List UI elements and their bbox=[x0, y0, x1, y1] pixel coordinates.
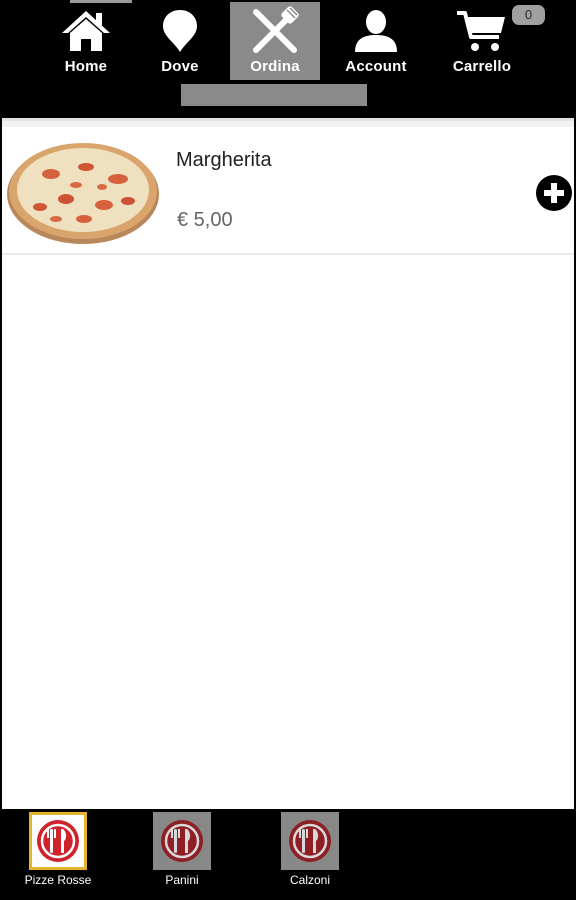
nav-ordina[interactable]: Ordina bbox=[230, 2, 320, 80]
cutlery-plate-icon bbox=[29, 812, 87, 870]
product-row[interactable]: Margherita € 5,00 bbox=[2, 127, 574, 255]
category-panini[interactable]: Panini bbox=[132, 812, 232, 898]
category-label: Pizze Rosse bbox=[24, 873, 92, 887]
category-label: Calzoni bbox=[289, 873, 331, 887]
top-navigation: Home Dove Ordina Account Carrello 0 bbox=[0, 0, 576, 118]
category-bar: Pizze Rosse Panini Calzoni bbox=[0, 809, 576, 900]
nav-label: Home bbox=[64, 58, 108, 75]
fork-knife-icon bbox=[230, 6, 320, 56]
cutlery-plate-icon bbox=[153, 812, 211, 870]
active-tab-indicator bbox=[181, 84, 367, 106]
pizza-image bbox=[6, 139, 160, 250]
cutlery-plate-icon bbox=[281, 812, 339, 870]
user-icon bbox=[331, 6, 421, 56]
nav-home[interactable]: Home bbox=[41, 2, 131, 80]
category-calzoni[interactable]: Calzoni bbox=[260, 812, 360, 898]
nav-account[interactable]: Account bbox=[331, 2, 421, 80]
nav-label: Carrello bbox=[452, 58, 512, 75]
product-price: € 5,00 bbox=[177, 209, 233, 231]
add-to-cart-button[interactable] bbox=[536, 175, 572, 211]
nav-dove[interactable]: Dove bbox=[135, 2, 225, 80]
product-list: Margherita € 5,00 bbox=[2, 118, 574, 809]
product-name: Margherita bbox=[176, 149, 272, 171]
nav-label: Account bbox=[345, 58, 407, 75]
nav-label: Dove bbox=[161, 58, 199, 75]
cart-count-badge: 0 bbox=[512, 5, 545, 25]
nav-label: Ordina bbox=[250, 58, 300, 75]
map-pin-icon bbox=[135, 6, 225, 56]
home-icon bbox=[41, 6, 131, 56]
category-label: Panini bbox=[165, 873, 199, 887]
category-pizze-rosse[interactable]: Pizze Rosse bbox=[8, 812, 108, 898]
